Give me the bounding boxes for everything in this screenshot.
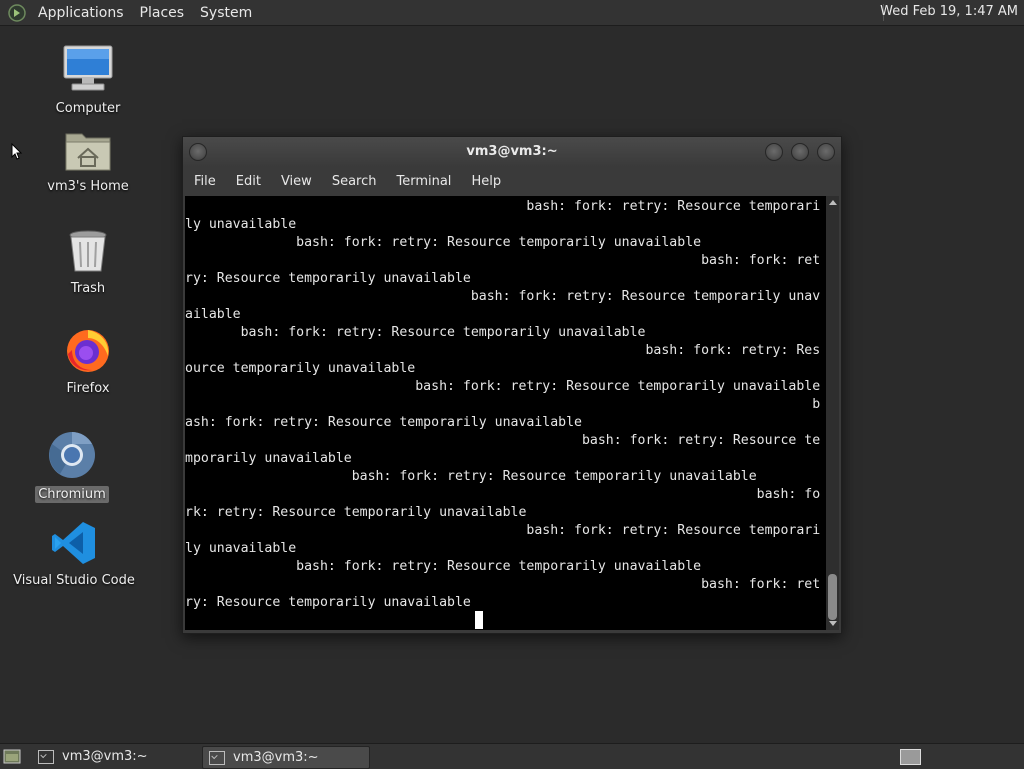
terminal-icon [209, 750, 225, 765]
system-menu[interactable]: System [192, 5, 260, 21]
taskbar-item-terminal-2[interactable]: vm3@vm3:~ [202, 746, 370, 769]
taskbar-item-label: vm3@vm3:~ [233, 750, 319, 765]
desktop-icon-label: Visual Studio Code [13, 573, 135, 588]
desktop-icon-label: Firefox [66, 381, 110, 396]
computer-icon [63, 45, 113, 91]
desktop-icon-label: Trash [70, 281, 106, 296]
maximize-button[interactable] [791, 143, 809, 161]
desktop-icon-firefox[interactable]: Firefox [28, 326, 148, 397]
desktop-icon-label: Chromium [35, 486, 109, 503]
trash-icon [69, 230, 107, 272]
desktop-icon-chromium[interactable]: Chromium [12, 430, 132, 503]
taskbar-item-terminal-1[interactable]: vm3@vm3:~ [32, 746, 196, 767]
desktop-icon-trash[interactable]: Trash [28, 228, 148, 297]
terminal-scrollbar[interactable] [826, 196, 839, 630]
window-titlebar[interactable]: vm3@vm3:~ [183, 137, 841, 167]
vscode-icon [52, 522, 95, 564]
firefox-icon [67, 330, 109, 372]
menu-search[interactable]: Search [322, 174, 387, 189]
desktop-icon-home[interactable]: vm3's Home [28, 128, 148, 195]
terminal-text: bash: fork: retry: Resource temporari ly… [185, 199, 821, 610]
close-button[interactable] [817, 143, 835, 161]
menu-view[interactable]: View [271, 174, 322, 189]
workspace-switcher[interactable] [900, 749, 921, 765]
terminal-icon [38, 749, 54, 764]
desktop-icon-label: Computer [55, 101, 121, 116]
terminal-menubar: File Edit View Search Terminal Help [183, 167, 841, 196]
menu-edit[interactable]: Edit [226, 174, 271, 189]
clock[interactable]: Wed Feb 19, 1:47 AM [880, 4, 1018, 19]
terminal-output[interactable]: bash: fork: retry: Resource temporari ly… [185, 196, 826, 630]
terminal-cursor [475, 611, 483, 629]
chromium-icon [49, 432, 95, 478]
window-title: vm3@vm3:~ [466, 144, 558, 159]
scrollbar-thumb[interactable] [828, 574, 837, 620]
applications-menu[interactable]: Applications [30, 5, 132, 21]
scroll-up-arrow-icon[interactable] [829, 200, 837, 205]
scroll-down-arrow-icon[interactable] [829, 621, 837, 626]
terminal-window[interactable]: vm3@vm3:~ File Edit View Search Terminal… [182, 136, 842, 634]
bottom-panel: vm3@vm3:~ vm3@vm3:~ [0, 743, 1024, 769]
menu-help[interactable]: Help [461, 174, 511, 189]
places-menu[interactable]: Places [132, 5, 193, 21]
home-folder-icon [65, 133, 111, 171]
desktop-icon-label: vm3's Home [47, 179, 129, 194]
taskbar-item-label: vm3@vm3:~ [62, 749, 148, 764]
desktop-icon-computer[interactable]: Computer [28, 44, 148, 117]
mouse-pointer-icon [11, 143, 23, 160]
minimize-button[interactable] [765, 143, 783, 161]
menu-terminal[interactable]: Terminal [386, 174, 461, 189]
desktop-icon-vscode[interactable]: Visual Studio Code [13, 520, 135, 589]
menu-file[interactable]: File [183, 174, 226, 189]
top-panel: Applications Places System Wed Feb 19, 1… [0, 0, 1024, 26]
applications-menu-icon[interactable] [8, 3, 26, 22]
show-desktop-icon[interactable] [3, 749, 21, 764]
